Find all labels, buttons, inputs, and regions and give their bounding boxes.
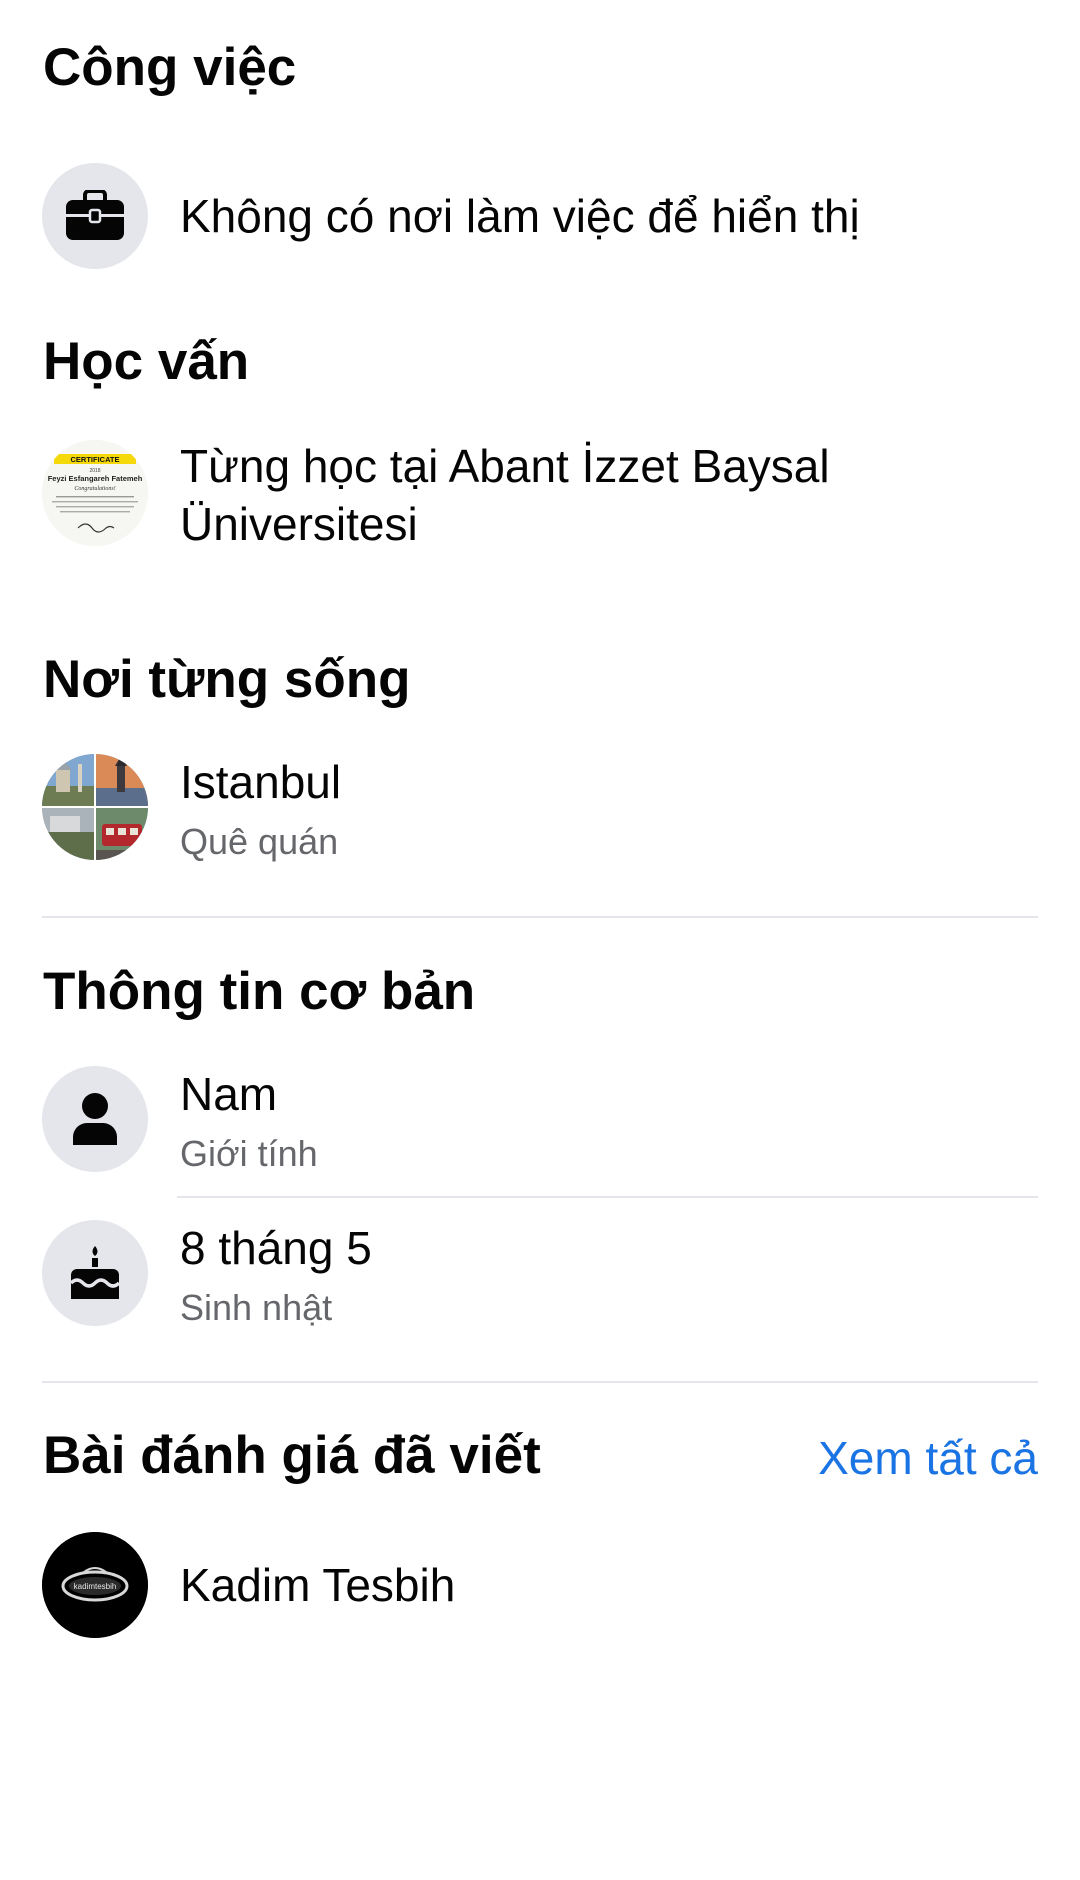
section-divider-2 [42, 1381, 1038, 1383]
places-section-title: Nơi từng sống [43, 650, 411, 709]
review-page-avatar[interactable]: kadimtesbih [42, 1532, 148, 1638]
place-name[interactable]: Istanbul [180, 754, 341, 810]
place-label: Quê quán [180, 821, 339, 862]
reviews-section-title: Bài đánh giá đã viết [43, 1426, 541, 1485]
basic-info-section-title: Thông tin cơ bản [43, 962, 476, 1021]
section-divider [42, 916, 1038, 918]
certificate-greeting: Congratulations! [74, 486, 115, 492]
birthday-value: 8 tháng 5 [180, 1222, 372, 1274]
birthday-label: Sinh nhật [180, 1287, 333, 1328]
kadim-tesbih-logo-image: kadimtesbih [42, 1532, 148, 1638]
cake-icon [68, 1245, 122, 1301]
work-empty-text: Không có nơi làm việc để hiển thị [180, 190, 860, 242]
row-divider [177, 1196, 1038, 1198]
education-school-line2[interactable]: Üniversitesi [180, 496, 418, 552]
istanbul-thumbnail[interactable] [42, 754, 148, 860]
certificate-banner: CERTIFICATE [70, 455, 119, 464]
work-icon-circle [42, 163, 148, 269]
logo-text: kadimtesbih [74, 1582, 117, 1591]
education-thumbnail[interactable]: CERTIFICATE 2018 Feyzi Esfangareh Fateme… [42, 440, 148, 546]
gender-value: Nam [180, 1068, 278, 1120]
see-all-reviews-link[interactable]: Xem tất cả [818, 1430, 1038, 1486]
education-section-title: Học vấn [43, 332, 250, 391]
certificate-image: CERTIFICATE 2018 Feyzi Esfangareh Fateme… [42, 440, 148, 546]
certificate-name: Feyzi Esfangareh Fatemeh [48, 474, 143, 483]
gender-label: Giới tính [180, 1133, 318, 1174]
briefcase-icon [65, 190, 125, 242]
review-item-name[interactable]: Kadim Tesbih [180, 1557, 455, 1613]
work-section-title: Công việc [43, 38, 297, 97]
education-school-line1[interactable]: Từng học tại Abant İzzet Baysal [180, 438, 830, 494]
gender-icon-circle [42, 1066, 148, 1172]
person-icon [70, 1091, 120, 1147]
birthday-icon-circle [42, 1220, 148, 1326]
istanbul-collage-image [42, 754, 148, 860]
